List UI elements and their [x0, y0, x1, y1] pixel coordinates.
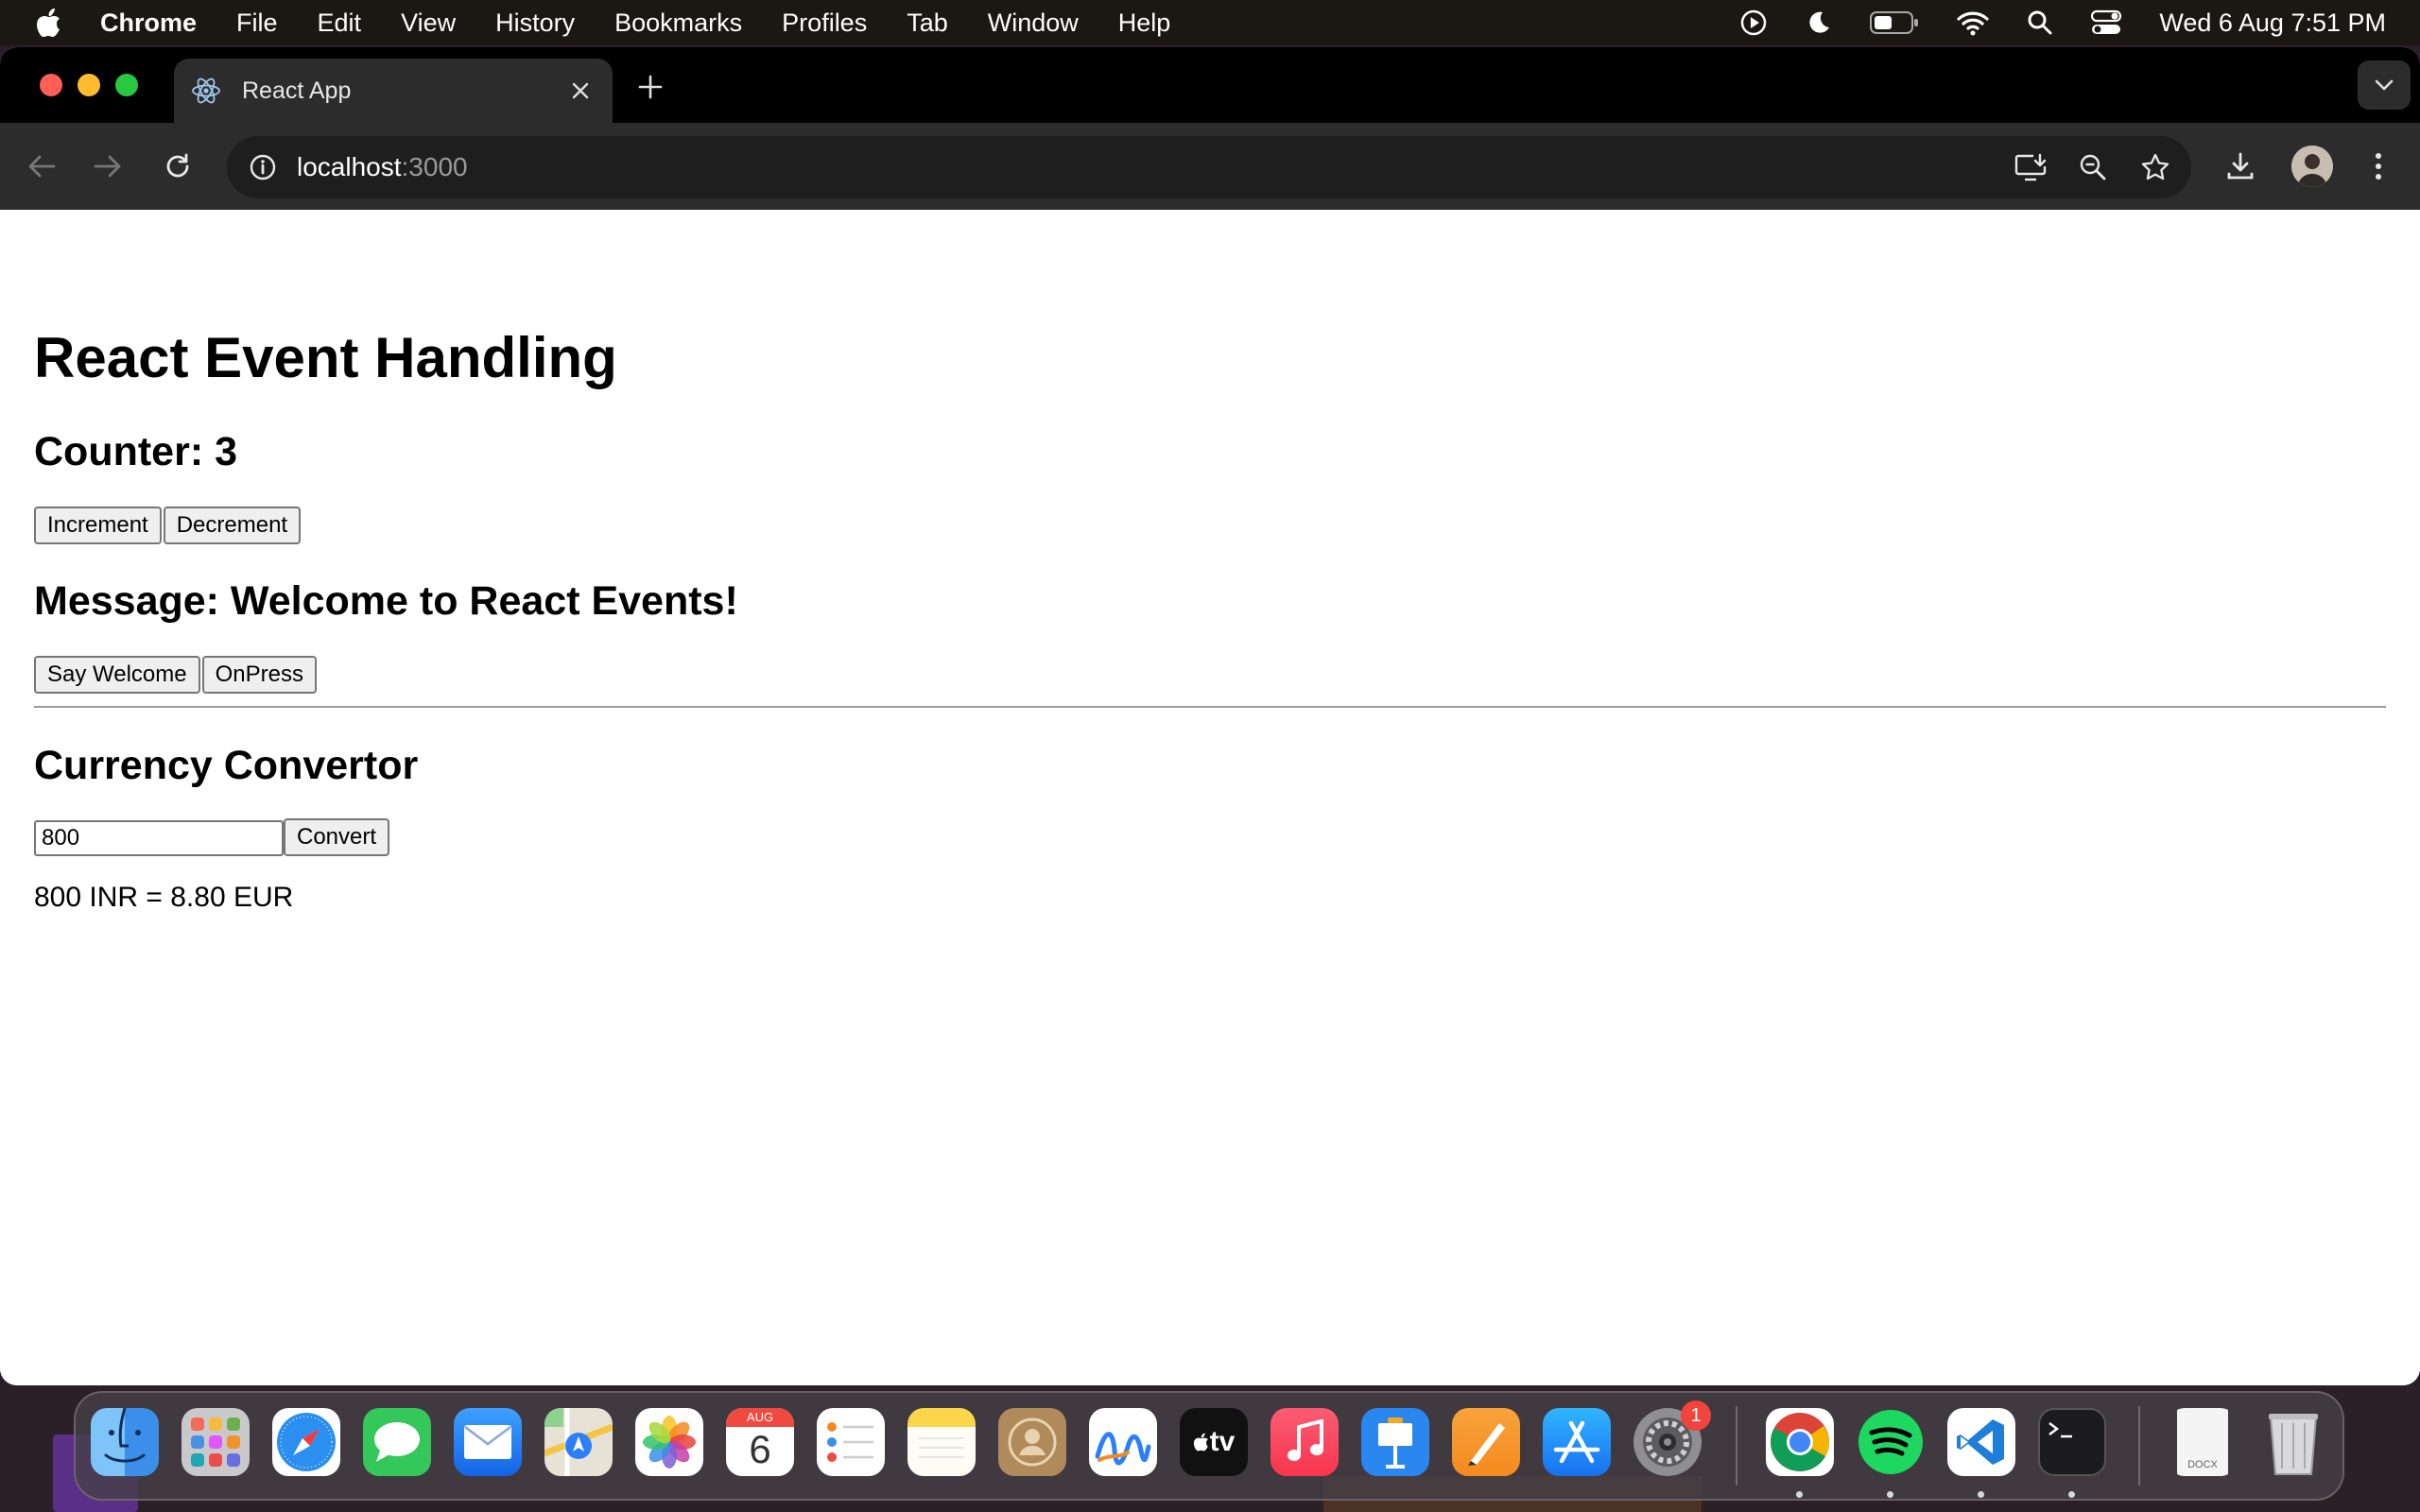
close-window-button[interactable]: [40, 74, 62, 96]
apple-tv-logo-icon: [1193, 1433, 1210, 1452]
dock-separator: [1736, 1406, 1737, 1486]
close-tab-icon[interactable]: [567, 77, 594, 104]
menu-clock[interactable]: Wed 6 Aug 7:51 PM: [2159, 9, 2386, 38]
menu-tab[interactable]: Tab: [907, 9, 948, 38]
menu-view[interactable]: View: [401, 9, 456, 38]
react-logo-icon: [191, 75, 223, 107]
now-playing-icon[interactable]: [1739, 9, 1768, 37]
menu-profiles[interactable]: Profiles: [782, 9, 867, 38]
address-bar[interactable]: localhost:3000: [227, 136, 2191, 198]
chrome-menu-icon[interactable]: [2358, 146, 2399, 187]
calendar-icon[interactable]: AUG 6: [726, 1408, 794, 1476]
browser-window: React App localhost:3000 React Event Han…: [0, 47, 2420, 1385]
trash-icon[interactable]: [2259, 1408, 2327, 1476]
reminders-icon[interactable]: [817, 1408, 885, 1476]
divider: [34, 706, 2386, 708]
install-app-icon[interactable]: [2014, 150, 2048, 184]
vscode-icon[interactable]: [1947, 1408, 2015, 1476]
forward-arrow-icon[interactable]: [91, 149, 125, 183]
tab-search-chevron-icon[interactable]: [2358, 60, 2411, 110]
counter-heading: Counter: 3: [34, 429, 237, 474]
docx-label: DOCX: [2187, 1459, 2218, 1470]
tab-strip: React App: [0, 47, 2420, 123]
mail-icon[interactable]: [454, 1408, 522, 1476]
app-store-icon[interactable]: [1543, 1408, 1611, 1476]
downloads-icon[interactable]: [2220, 146, 2261, 187]
amount-input[interactable]: [34, 820, 284, 856]
finder-icon[interactable]: [91, 1408, 159, 1476]
new-tab-plus-icon[interactable]: [633, 70, 667, 104]
conversion-result: 800 INR = 8.80 EUR: [34, 882, 294, 913]
bookmark-star-icon[interactable]: [2138, 150, 2172, 184]
message-button-row: Say Welcome OnPress: [34, 656, 319, 694]
menu-app-name[interactable]: Chrome: [100, 9, 197, 38]
dock-separator: [2138, 1406, 2140, 1486]
site-info-icon[interactable]: [244, 148, 282, 186]
spotlight-search-icon[interactable]: [2027, 9, 2053, 36]
menu-file[interactable]: File: [236, 9, 278, 38]
keynote-icon[interactable]: [1361, 1408, 1429, 1476]
wifi-icon[interactable]: [1957, 9, 1989, 36]
safari-icon[interactable]: [272, 1408, 340, 1476]
battery-icon[interactable]: [1870, 10, 1919, 35]
onpress-button[interactable]: OnPress: [201, 656, 317, 694]
minimize-window-button[interactable]: [78, 74, 100, 96]
calendar-day: 6: [749, 1427, 771, 1471]
counter-button-row: Increment Decrement: [34, 507, 302, 544]
photos-icon[interactable]: [635, 1408, 703, 1476]
document-page: DOCX: [2177, 1408, 2228, 1476]
menu-help[interactable]: Help: [1118, 9, 1171, 38]
page-viewport: React Event Handling Counter: 3 Incremen…: [0, 210, 2420, 1385]
running-indicator: [1978, 1491, 1984, 1498]
notes-icon[interactable]: [908, 1408, 976, 1476]
say-welcome-button[interactable]: Say Welcome: [34, 656, 200, 694]
freeform-icon[interactable]: [1089, 1408, 1157, 1476]
menu-edit[interactable]: Edit: [318, 9, 362, 38]
launchpad-icon[interactable]: [182, 1408, 250, 1476]
zoom-window-button[interactable]: [115, 74, 138, 96]
focus-moon-icon[interactable]: [1806, 9, 1832, 36]
apple-menu-icon[interactable]: [36, 7, 68, 39]
increment-button[interactable]: Increment: [34, 507, 162, 544]
currency-heading: Currency Convertor: [34, 743, 419, 788]
control-center-icon[interactable]: [2091, 9, 2122, 36]
running-indicator: [1796, 1491, 1803, 1498]
docx-document-icon[interactable]: DOCX: [2169, 1408, 2237, 1476]
menu-history[interactable]: History: [495, 9, 575, 38]
browser-toolbar: localhost:3000: [0, 123, 2420, 210]
menu-bar: Chrome File Edit View History Bookmarks …: [0, 0, 2420, 45]
menu-window[interactable]: Window: [988, 9, 1079, 38]
convert-button[interactable]: Convert: [284, 818, 390, 856]
back-arrow-icon[interactable]: [25, 149, 59, 183]
page-title: React Event Handling: [34, 326, 617, 389]
running-indicator: [1887, 1491, 1893, 1498]
tab-title: React App: [242, 77, 352, 104]
message-heading: Message: Welcome to React Events!: [34, 578, 738, 624]
pages-icon[interactable]: [1452, 1408, 1520, 1476]
spotify-icon[interactable]: [1857, 1408, 1925, 1476]
terminal-icon[interactable]: [2038, 1408, 2106, 1476]
reload-icon[interactable]: [161, 149, 195, 183]
menu-bookmarks[interactable]: Bookmarks: [614, 9, 742, 38]
contacts-icon[interactable]: [998, 1408, 1066, 1476]
apple-tv-label: tv: [1209, 1426, 1236, 1457]
calendar-month: AUG: [726, 1408, 794, 1427]
profile-avatar[interactable]: [2291, 146, 2333, 187]
music-icon[interactable]: [1270, 1408, 1339, 1476]
decrement-button[interactable]: Decrement: [163, 507, 302, 544]
url-port: :3000: [401, 152, 468, 181]
url-host: localhost: [297, 152, 402, 181]
zoom-out-magnifier-icon[interactable]: [2076, 150, 2110, 184]
apple-tv-icon[interactable]: tv: [1180, 1408, 1248, 1476]
chrome-icon[interactable]: [1766, 1408, 1834, 1476]
settings-notification-badge: 1: [1681, 1400, 1711, 1431]
tab-react-app[interactable]: React App: [174, 59, 613, 123]
running-indicator: [2068, 1491, 2075, 1498]
maps-icon[interactable]: [544, 1408, 613, 1476]
messages-icon[interactable]: [363, 1408, 431, 1476]
url-text[interactable]: localhost:3000: [297, 152, 468, 182]
